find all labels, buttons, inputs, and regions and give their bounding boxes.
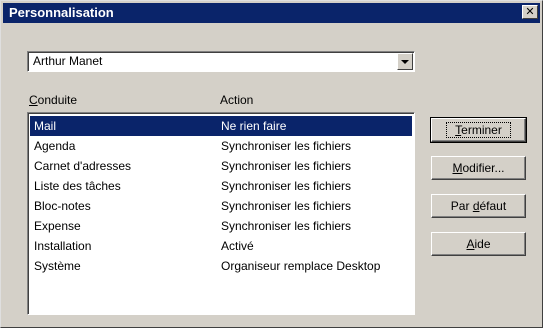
help-button[interactable]: Aide [431, 232, 526, 256]
conduit-action: Synchroniser les fichiers [221, 139, 352, 153]
conduit-name: Liste des tâches [34, 179, 121, 193]
conduit-column-header: Conduite [29, 93, 77, 107]
conduit-name: Agenda [34, 139, 76, 153]
modify-label: odifier... [462, 161, 505, 175]
list-item[interactable]: Bloc-notes Synchroniser les fichiers [30, 196, 412, 216]
list-item[interactable]: Mail Ne rien faire [30, 116, 412, 136]
conduit-name: Expense [34, 219, 81, 233]
conduit-action: Synchroniser les fichiers [221, 219, 352, 233]
default-label: éfaut [479, 199, 507, 213]
conduit-name: Installation [34, 239, 92, 253]
chevron-down-icon[interactable] [397, 53, 413, 70]
default-button[interactable]: Par défaut [431, 194, 526, 218]
help-mnemonic: A [466, 237, 475, 251]
list-item[interactable]: Système Organiseur remplace Desktop [30, 256, 412, 276]
action-column-header: Action [220, 93, 254, 107]
help-label: ide [474, 237, 491, 251]
list-item[interactable]: Expense Synchroniser les fichiers [30, 216, 412, 236]
close-button[interactable]: ✕ [522, 5, 538, 19]
list-item[interactable]: Installation Activé [30, 236, 412, 256]
conduit-name: Carnet d'adresses [34, 159, 132, 173]
conduit-header-mnemonic: C [29, 93, 38, 107]
conduit-name: Bloc-notes [34, 199, 91, 213]
user-select-value: Arthur Manet [33, 54, 103, 68]
conduit-action: Synchroniser les fichiers [221, 179, 352, 193]
done-button-label: Terminer [446, 122, 511, 138]
list-item[interactable]: Liste des tâches Synchroniser les fichier… [30, 176, 412, 196]
custom-dialog: Personnalisation ✕ Arthur Manet Conduite… [0, 0, 543, 328]
done-label: erminer [461, 123, 502, 137]
default-mnemonic: d [472, 199, 480, 213]
conduit-name: Mail [34, 119, 57, 133]
conduit-header-label: onduite [37, 93, 78, 107]
user-select[interactable]: Arthur Manet [27, 51, 415, 72]
done-button[interactable]: Terminer [430, 117, 527, 143]
conduit-action: Synchroniser les fichiers [221, 159, 352, 173]
list-item[interactable]: Carnet d'adresses Synchroniser les fichie… [30, 156, 412, 176]
default-label-pre: Par [450, 199, 473, 213]
close-icon: ✕ [525, 6, 535, 18]
conduit-list[interactable]: Mail Ne rien faire Agenda Synchroniser les … [27, 112, 415, 315]
conduit-action: Organiseur remplace Desktop [221, 259, 381, 273]
modify-mnemonic: M [452, 161, 463, 175]
window-title: Personnalisation [9, 5, 114, 20]
list-item[interactable]: Agenda Synchroniser les fichiers [30, 136, 412, 156]
conduit-action: Synchroniser les fichiers [221, 199, 352, 213]
conduit-action: Ne rien faire [221, 119, 287, 133]
conduit-name: Système [34, 259, 81, 273]
title-bar[interactable]: Personnalisation ✕ [3, 3, 540, 23]
conduit-action: Activé [221, 239, 254, 253]
modify-button[interactable]: Modifier... [431, 156, 526, 180]
